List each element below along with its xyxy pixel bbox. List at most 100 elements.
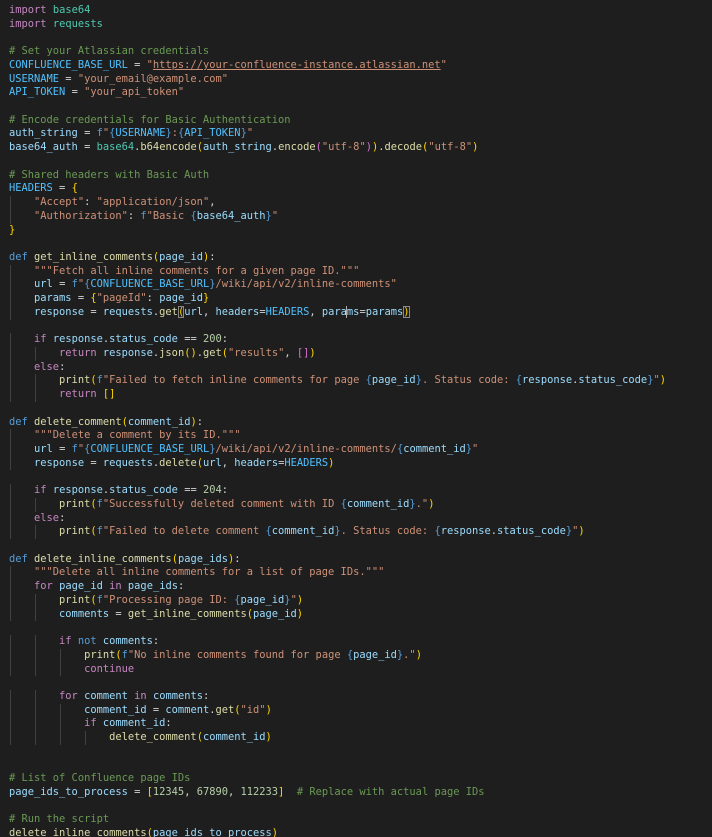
code-token: url [34,278,53,291]
code-token: comments [59,607,110,620]
code-token: CONFLUENCE_BASE_URL [90,278,210,291]
indent-guide [10,731,11,745]
code-token: response [34,456,85,469]
code-token: if [34,333,47,346]
code-token: "Failed to fetch inline comments for pag… [102,374,366,387]
code-token: = [109,607,128,620]
code-token: 12345 [152,785,185,798]
code-token: USERNAME [9,72,60,85]
code-token: continue [84,662,135,675]
indent-guide [10,511,11,526]
code-line: else: [9,360,712,375]
code-token: "Successfully deleted comment with ID [102,497,341,510]
code-line: response = requests.get(url, headers=HEA… [9,305,712,320]
code-token: import [9,17,47,30]
code-token: page_ids [177,552,228,565]
indent-guide [35,703,37,718]
indent-guide [60,717,62,732]
code-line: if response.status_code == 204: [9,484,712,498]
code-line: API_TOKEN = "your_api_token" [9,86,712,100]
code-token: "pageId" [96,292,147,305]
code-token: "Failed to delete comment [102,525,266,538]
code-token: ) [271,827,279,837]
code-token: get [203,346,222,359]
code-token: "Basic [146,209,191,222]
code-token: 112233 [240,785,279,798]
indent-guide [35,525,37,540]
code-token: response [440,525,491,538]
code-token: : [59,360,66,373]
indent-guide [35,388,37,402]
code-content[interactable]: import base64 import requests ​ # Set your … [9,4,712,837]
code-token: get_inline_comments [127,607,247,620]
code-token: = [71,292,91,305]
code-token: = [127,58,147,71]
code-token: comments [102,635,153,648]
code-token: status_code [578,374,648,387]
code-token: url [34,443,53,455]
code-token: get [159,305,178,318]
code-token: auth_string [203,141,272,154]
code-token: def [9,415,28,428]
code-token: params [34,292,72,305]
code-token: base64_auth [9,141,78,154]
code-token: return [59,388,97,401]
code-token: , [284,346,297,359]
indent-guide [35,607,37,622]
code-line: # Shared headers with Basic Auth [9,169,712,183]
indent-guide [10,497,11,512]
code-line: HEADERS = { [9,182,712,196]
code-token: print [59,374,91,387]
code-line: params = {"pageId": page_id} [9,292,712,306]
code-token: base64 [52,4,91,16]
code-line: # Set your Atlassian credentials [9,45,712,59]
code-token: = [146,703,166,716]
code-line: auth_string = f"{USERNAME}:{API_TOKEN}" [9,127,712,141]
code-token: , [184,785,197,798]
code-line: return [] [9,388,712,402]
code-token: page_id [159,250,203,263]
indent-guide [10,703,11,718]
indent-guide [10,292,11,306]
code-editor[interactable]: import base64 import requests ​ # Set your … [0,0,712,837]
code-token: CONFLUENCE_BASE_URL [90,443,210,455]
code-line: import requests [9,18,712,32]
code-token: return [59,346,97,359]
code-token: = [77,141,97,154]
code-token: : [146,292,160,305]
code-line: else: [9,511,712,526]
code-token: : [196,415,203,428]
indent-guide [35,662,37,677]
indent-guide [10,662,11,677]
code-token: requests [102,456,153,469]
indent-guide [60,662,62,677]
code-token: , [221,456,235,469]
code-line: continue [9,662,712,677]
code-line: ​ [9,745,712,759]
code-token: , [227,785,241,798]
code-token: requests [102,305,153,318]
code-line: print(f"No inline comments found for pag… [9,648,712,663]
code-token: ) [659,374,666,387]
code-token: "Accept" [34,196,85,209]
code-token: """Delete a comment by its ID.""" [34,429,241,442]
code-token: in [134,689,147,702]
indent-guide [35,374,37,389]
indent-guide [60,648,62,663]
code-token: # Replace with actual page IDs [296,785,485,798]
code-token: : [221,333,229,346]
code-token: # Shared headers with Basic Auth [9,168,210,181]
indent-guide [35,593,37,608]
code-line: for page_id in page_ids: [9,580,712,594]
code-token: " [246,127,254,140]
